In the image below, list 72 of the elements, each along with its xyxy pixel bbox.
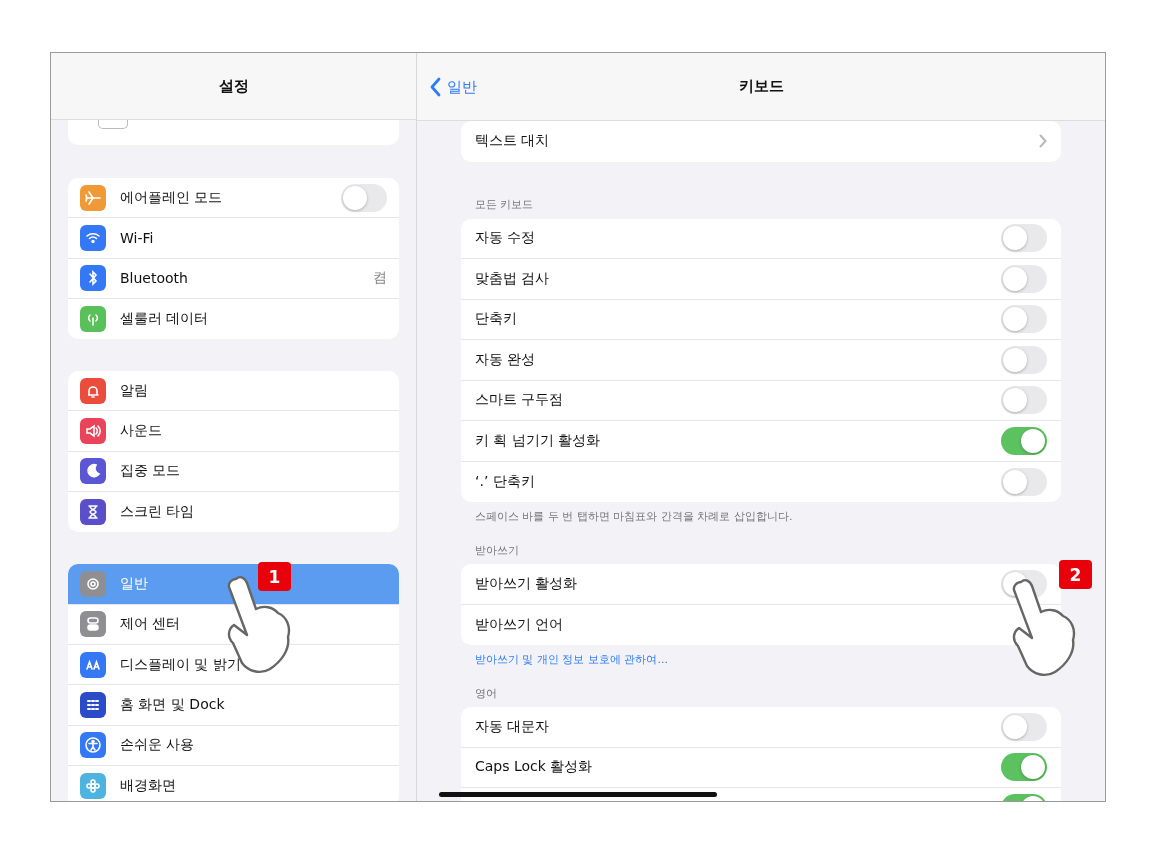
settings-row[interactable]: 텍스트 대치 xyxy=(461,121,1061,162)
settings-row[interactable]: 자동 대문자 xyxy=(461,707,1061,748)
back-button[interactable]: 일반 xyxy=(427,75,479,99)
setting-label: 텍스트 대치 xyxy=(475,132,550,151)
step-badge: 1 xyxy=(258,562,291,591)
account-icon xyxy=(98,120,128,129)
settings-row[interactable]: 자동 완성 xyxy=(461,340,1061,381)
sidebar-item[interactable]: 배경화면 xyxy=(68,765,399,801)
setting-label: Caps Lock 활성화 xyxy=(475,758,593,777)
toggle-switch[interactable] xyxy=(1001,753,1047,782)
section-header: 모든 키보드 xyxy=(475,196,534,212)
toggle-switch[interactable] xyxy=(1001,264,1047,293)
sidebar-item[interactable]: Bluetooth 켬 xyxy=(68,258,399,299)
sidebar-item-label: 일반 xyxy=(120,575,148,593)
sidebar-item[interactable]: 알림 xyxy=(68,371,399,412)
setting-label: 자동 대문자 xyxy=(475,717,550,736)
status-value: 켬 xyxy=(373,269,387,288)
sidebar-item-label: 배경화면 xyxy=(120,777,176,795)
sidebar-item-label: 에어플레인 모드 xyxy=(120,188,223,207)
setting-label: ‘.’ 단축키 xyxy=(475,472,535,491)
settings-row[interactable]: 자동 수정 xyxy=(461,218,1061,259)
settings-row[interactable]: 스마트 구두점 xyxy=(461,380,1061,421)
sidebar-item-label: 디스플레이 및 밝기 xyxy=(120,655,241,674)
setting-label: 맞춤법 검사 xyxy=(475,269,550,288)
toggle-switch[interactable] xyxy=(1001,224,1047,253)
section-header: 받아쓰기 xyxy=(475,543,519,558)
toggle-switch[interactable] xyxy=(1001,467,1047,496)
chevron-left-icon xyxy=(429,77,441,97)
sidebar-item-label: 집중 모드 xyxy=(120,462,181,481)
setting-label: 단축키 xyxy=(475,310,517,329)
settings-row[interactable]: ‘.’ 단축키 xyxy=(461,461,1061,502)
settings-row[interactable]: 맞춤법 검사 xyxy=(461,259,1061,300)
setting-label: 키 획 넘기기 활성화 xyxy=(475,431,601,450)
sidebar-item[interactable]: 홈 화면 및 Dock xyxy=(68,685,399,726)
account-card[interactable] xyxy=(68,120,399,145)
setting-label: 스마트 구두점 xyxy=(475,391,564,410)
sidebar-item-label: 손쉬운 사용 xyxy=(120,736,195,755)
toggle-switch[interactable] xyxy=(1001,712,1047,741)
sidebar-item-label: 홈 화면 및 Dock xyxy=(120,695,225,714)
sidebar-item[interactable]: 집중 모드 xyxy=(68,451,399,493)
toggle-switch[interactable] xyxy=(1001,426,1047,455)
setting-label: 받아쓰기 언어 xyxy=(475,615,564,634)
sidebar-item-label: Wi-Fi xyxy=(120,229,154,246)
settings-row[interactable]: Caps Lock 활성화 xyxy=(461,747,1061,788)
page-title: 키보드 xyxy=(738,77,784,96)
sidebar-item-label: 사운드 xyxy=(120,422,162,441)
settings-row[interactable]: 키 획 넘기기 활성화 xyxy=(461,421,1061,462)
sidebar-item-label: 스크린 타임 xyxy=(120,503,195,522)
setting-label: 받아쓰기 활성화 xyxy=(475,574,578,593)
step-badge: 2 xyxy=(1059,560,1092,589)
section-header: 영어 xyxy=(475,686,497,701)
toggle-switch[interactable] xyxy=(1001,345,1047,374)
setting-label: 자동 완성 xyxy=(475,350,536,369)
section-footer: 스페이스 바를 두 번 탭하면 마침표와 간격을 차례로 삽입합니다. xyxy=(475,508,793,524)
sidebar-title: 설정 xyxy=(218,76,249,96)
toggle-switch[interactable] xyxy=(1001,305,1047,334)
toggle-switch[interactable] xyxy=(1001,386,1047,415)
sidebar-item-label: 제어 센터 xyxy=(120,615,181,634)
sidebar-item[interactable]: 사운드 xyxy=(68,411,399,452)
sidebar-item[interactable]: Wi-Fi xyxy=(68,218,399,259)
chevron-right-icon xyxy=(1039,134,1047,149)
sidebar-item[interactable]: 스크린 타임 xyxy=(68,492,399,533)
sidebar-item-label: 셀룰러 데이터 xyxy=(120,310,209,329)
sidebar-item[interactable]: 손쉬운 사용 xyxy=(68,725,399,766)
settings-row[interactable]: 단축키 xyxy=(461,299,1061,340)
setting-label: 자동 수정 xyxy=(475,229,536,248)
toggle-switch[interactable] xyxy=(341,183,387,212)
sidebar-item[interactable]: 셀룰러 데이터 xyxy=(68,298,399,340)
privacy-link[interactable]: 받아쓰기 및 개인 정보 보호에 관하여... xyxy=(475,651,668,667)
sidebar-item-label: Bluetooth xyxy=(120,270,188,287)
sidebar-item-label: 알림 xyxy=(120,381,148,400)
sidebar-item[interactable]: 에어플레인 모드 xyxy=(68,178,399,219)
